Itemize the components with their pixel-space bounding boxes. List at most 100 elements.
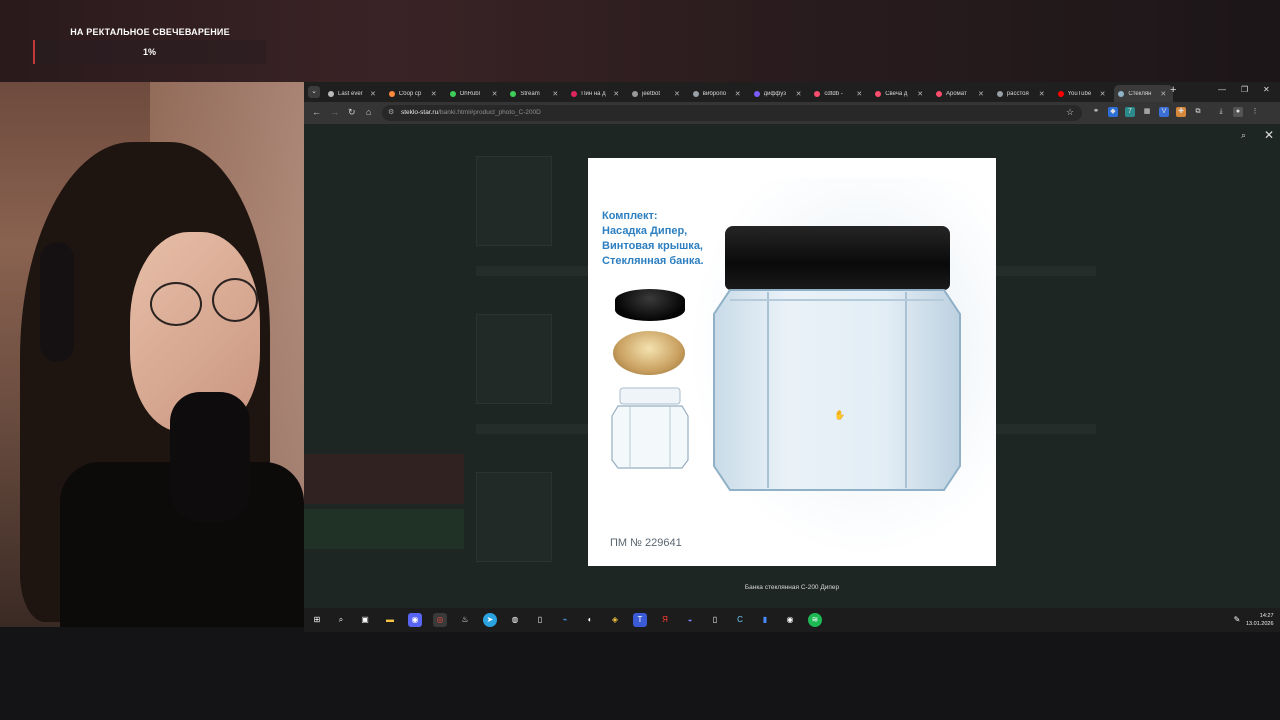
browser-tab[interactable]: YouTube ✕ bbox=[1054, 85, 1113, 102]
extension-icon-5[interactable]: V bbox=[1159, 107, 1169, 117]
tray-pen-icon[interactable]: ✎ bbox=[1230, 613, 1244, 627]
yandex-icon[interactable]: Я bbox=[658, 613, 672, 627]
forward-icon[interactable]: → bbox=[330, 107, 339, 117]
tab-favicon-icon bbox=[328, 90, 334, 97]
tab-close-icon[interactable]: ✕ bbox=[492, 90, 498, 98]
task-view-icon[interactable]: ▣ bbox=[358, 613, 372, 627]
tab-label: расстоя bbox=[1006, 90, 1029, 97]
extension-icon-1[interactable]: ⚭ bbox=[1091, 107, 1101, 117]
app-icon-purple[interactable]: ◒ bbox=[683, 613, 697, 627]
chrome-icon[interactable]: ◎ bbox=[433, 613, 447, 627]
restore-icon[interactable]: ❐ bbox=[1241, 85, 1248, 94]
big-black-lid bbox=[725, 226, 950, 290]
lc-app-icon[interactable]: ⌁ bbox=[558, 613, 572, 627]
app-icon-yellow[interactable]: ◈ bbox=[608, 613, 622, 627]
tab-label: вибропо bbox=[702, 90, 727, 97]
goal-progress-bar: 1% bbox=[33, 40, 266, 64]
file-explorer-icon[interactable]: ▬ bbox=[383, 613, 397, 627]
tab-search-button[interactable]: ⌄ bbox=[308, 86, 320, 98]
bg-red-block bbox=[304, 454, 464, 504]
app-icon-generic[interactable]: ◐ bbox=[583, 613, 597, 627]
document-icon[interactable]: ▯ bbox=[708, 613, 722, 627]
tab-favicon-icon bbox=[875, 90, 882, 97]
browser-tab[interactable]: диффуз ✕ bbox=[750, 85, 809, 102]
browser-tab[interactable]: Свеча д ✕ bbox=[871, 85, 930, 102]
tab-close-icon[interactable]: ✕ bbox=[674, 90, 680, 98]
tab-label: Stream bbox=[520, 90, 540, 97]
menu-dots-icon[interactable]: ⋮ bbox=[1250, 107, 1260, 117]
tab-close-icon[interactable]: ✕ bbox=[1160, 90, 1166, 98]
taskbar-clock[interactable]: 14:27 13.01.2026 bbox=[1246, 612, 1274, 628]
goal-percent-label: 1% bbox=[142, 47, 156, 57]
web-page: ⌕ ✕ СтеклоСтар Комплект:Насадка Дипер,Ви… bbox=[304, 124, 1280, 608]
address-bar[interactable]: ⚙ steklo-star.ru/banki.html#product_phot… bbox=[382, 105, 1082, 121]
lightbox-zoom-icon[interactable]: ⌕ bbox=[1241, 130, 1246, 141]
browser-tab[interactable]: Stream ✕ bbox=[506, 85, 565, 102]
browser-tab[interactable]: cdtdb - ✕ bbox=[810, 85, 869, 102]
lightbox-caption: Банка стеклянная С-200 Дипер bbox=[744, 584, 840, 591]
browser-tab[interactable]: Пин на д ✕ bbox=[567, 85, 626, 102]
app-icon-chart[interactable]: ▮ bbox=[758, 613, 772, 627]
home-icon[interactable]: ⌂ bbox=[366, 107, 371, 117]
discord-icon[interactable]: ◉ bbox=[408, 613, 422, 627]
tab-close-icon[interactable]: ✕ bbox=[978, 90, 984, 98]
app-icon-t[interactable]: T bbox=[633, 613, 647, 627]
tab-close-icon[interactable]: ✕ bbox=[613, 90, 619, 98]
telegram-icon[interactable]: ➤ bbox=[483, 613, 497, 627]
browser-tab[interactable]: расстоя ✕ bbox=[993, 85, 1052, 102]
goal-title: НА РЕКТАЛЬНОЕ СВЕЧЕВАРЕНИЕ bbox=[70, 27, 230, 37]
bookmark-star-icon[interactable]: ☆ bbox=[1066, 107, 1074, 118]
extension-icon-3[interactable]: 7 bbox=[1125, 107, 1135, 117]
browser-tab[interactable]: Сбор ср ✕ bbox=[385, 85, 444, 102]
extension-icon-6[interactable]: ✚ bbox=[1176, 107, 1186, 117]
tab-favicon-icon bbox=[388, 90, 395, 97]
app-icon-c[interactable]: C bbox=[733, 613, 747, 627]
tab-close-icon[interactable]: ✕ bbox=[796, 90, 802, 98]
tab-label: Сбор ср bbox=[398, 90, 422, 97]
browser-tab[interactable]: Аромат ✕ bbox=[932, 85, 991, 102]
site-info-icon[interactable]: ⚙ bbox=[388, 108, 394, 116]
extension-icon-2[interactable]: ◆ bbox=[1108, 107, 1118, 117]
browser-tab[interactable]: Стеклян ✕ bbox=[1114, 85, 1174, 102]
tab-label: Свеча д bbox=[885, 90, 908, 97]
reload-icon[interactable]: ↻ bbox=[348, 107, 356, 118]
notepad-icon[interactable]: ▯ bbox=[533, 613, 547, 627]
tab-label: Аромат bbox=[946, 90, 967, 97]
back-icon[interactable]: ← bbox=[312, 107, 321, 117]
big-glass-jar bbox=[713, 289, 961, 491]
extensions-puzzle-icon[interactable]: ⧉ bbox=[1193, 107, 1203, 117]
photo-kit-heading: Комплект: Насадка Дипер, Винтовая крышка, С… bbox=[602, 209, 742, 269]
tab-close-icon[interactable]: ✕ bbox=[431, 90, 437, 98]
windows-start-icon[interactable]: ⊞ bbox=[310, 613, 324, 627]
obs-icon[interactable]: ◍ bbox=[508, 613, 522, 627]
extension-icon-4[interactable]: ▦ bbox=[1142, 107, 1152, 117]
photo-kit-line: Насадка Дипер, bbox=[602, 225, 688, 237]
browser-tab[interactable]: jeetbot ✕ bbox=[628, 85, 687, 102]
spotify-icon[interactable]: ≋ bbox=[808, 613, 822, 627]
browser-tab[interactable]: OhRubl ✕ bbox=[446, 85, 505, 102]
browser-tab[interactable]: Last ever ✕ bbox=[324, 85, 383, 102]
steam-icon[interactable]: ♨ bbox=[458, 613, 472, 627]
tab-close-icon[interactable]: ✕ bbox=[917, 90, 923, 98]
new-tab-button[interactable]: + bbox=[1170, 84, 1176, 96]
tab-label: Пин на д bbox=[581, 90, 606, 97]
download-icon[interactable]: ⤓ bbox=[1216, 107, 1226, 117]
search-icon[interactable]: ⌕ bbox=[334, 613, 348, 627]
browser-tab[interactable]: вибропо ✕ bbox=[689, 85, 748, 102]
product-photo[interactable]: СтеклоСтар Комплект:Насадка Дипер,Винтов… bbox=[588, 158, 996, 566]
profile-avatar[interactable]: ● bbox=[1233, 107, 1243, 117]
photo-kit-line: Винтовая крышка, bbox=[602, 240, 703, 252]
tab-close-icon[interactable]: ✕ bbox=[1100, 90, 1106, 98]
minimize-icon[interactable]: — bbox=[1218, 85, 1226, 94]
tab-close-icon[interactable]: ✕ bbox=[735, 90, 741, 98]
lightbox-close-icon[interactable]: ✕ bbox=[1264, 128, 1274, 142]
bg-green-block bbox=[304, 509, 464, 549]
glasses-right bbox=[212, 278, 258, 322]
tab-close-icon[interactable]: ✕ bbox=[1039, 90, 1045, 98]
tab-close-icon[interactable]: ✕ bbox=[370, 90, 376, 98]
app-icon-round[interactable]: ◉ bbox=[783, 613, 797, 627]
tab-close-icon[interactable]: ✕ bbox=[552, 90, 558, 98]
close-window-icon[interactable]: ✕ bbox=[1263, 85, 1270, 94]
tab-favicon-icon bbox=[571, 90, 578, 97]
tab-close-icon[interactable]: ✕ bbox=[856, 90, 862, 98]
